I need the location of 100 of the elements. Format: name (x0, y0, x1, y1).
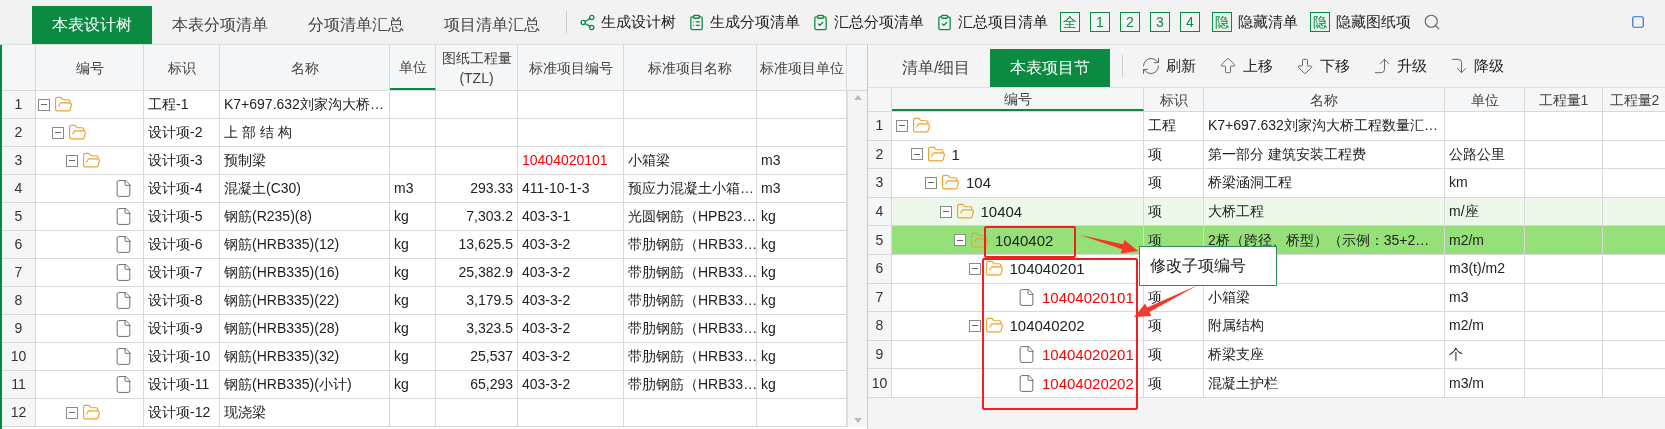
item-code: 10404020202 (1042, 374, 1134, 392)
column-header[interactable]: 标识 (1144, 88, 1204, 111)
table-row[interactable]: 2 1 项 第一部分 建筑安装工程费 公路公里 (868, 140, 1665, 170)
table-row[interactable]: 11 设计项-11 钢筋(HRB335)(小计) kg 65,293 403-3-2 带肋钢筋（HRB33… kg (2, 371, 847, 399)
toolbar-button[interactable]: 隐 隐藏清单 (1206, 7, 1304, 37)
row-number: 6 (14, 235, 23, 254)
row-number: 9 (875, 345, 884, 365)
collapse-icon[interactable] (38, 98, 50, 111)
file-icon (114, 291, 133, 310)
table-row[interactable]: 6 设计项-6 钢筋(HRB335)(12) kg 13,625.5 403-3-2 带肋钢筋（HRB33… kg (2, 231, 847, 259)
column-header[interactable]: 标准项目编号 (518, 45, 624, 90)
hide-icon: 隐 (1212, 12, 1232, 32)
collapse-icon[interactable] (939, 205, 952, 218)
toolbar-button[interactable]: 生成设计树 (573, 7, 682, 37)
toolbar-button[interactable]: 降级 (1443, 51, 1511, 81)
collapse-icon[interactable] (66, 154, 78, 167)
table-row[interactable]: 5 设计项-5 钢筋(R235)(8) kg 7,303.2 403-3-1 光圆钢筋（HPB23… kg (2, 203, 847, 231)
table-cell-text: m/座 (1449, 202, 1479, 222)
level-button[interactable]: 全 (1060, 12, 1080, 32)
column-header[interactable]: 单位 (390, 45, 436, 90)
table-cell-text: kg (394, 347, 409, 366)
collapse-icon[interactable] (66, 406, 78, 419)
row-number: 8 (14, 291, 23, 310)
collapse-icon[interactable] (968, 262, 981, 275)
table-row[interactable]: 7 设计项-7 钢筋(HRB335)(16) kg 25,382.9 403-3-2 带肋钢筋（HRB33… kg (2, 259, 847, 287)
table-cell-text: kg (761, 263, 776, 282)
search-icon[interactable] (1423, 13, 1441, 31)
table-row[interactable]: 4 设计项-4 混凝土(C30) m3 293.33 411-10-1-3 预应力混凝土小箱… m3 (2, 175, 847, 203)
item-code: 10404 (980, 203, 1023, 221)
column-header[interactable]: 工程量2 (1603, 88, 1665, 111)
table-cell-text: 桥梁支座 (1208, 345, 1264, 365)
table-row[interactable]: 1 工程-1 K7+697.632刘家沟大桥… (2, 91, 847, 119)
table-cell-text: 公路公里 (1449, 144, 1505, 164)
table-cell-text: 钢筋(HRB335)(16) (224, 263, 340, 282)
column-header[interactable]: 工程量1 (1525, 88, 1603, 111)
table-cell-text: kg (394, 291, 409, 310)
tab[interactable]: 分项清单汇总 (288, 6, 424, 44)
row-number: 9 (14, 319, 23, 338)
column-header[interactable]: 单位 (1445, 88, 1525, 111)
callout-label: 修改子项编号 (1139, 246, 1277, 286)
toolbar-button[interactable]: 刷新 (1135, 51, 1203, 81)
column-header[interactable]: 名称 (220, 45, 390, 90)
table-row[interactable]: 1 工程 K7+697.632刘家沟大桥工程数量汇… (868, 112, 1665, 141)
collapse-icon[interactable] (52, 126, 64, 139)
collapse-icon[interactable] (968, 319, 981, 332)
table-row[interactable]: 4 10404 项 大桥工程 m/座 (868, 197, 1665, 227)
toolbar-button[interactable]: 上移 (1212, 51, 1280, 81)
tab[interactable]: 本表分项清单 (152, 6, 288, 44)
toolbar-button[interactable]: 升级 (1366, 51, 1434, 81)
toolbar-button[interactable]: 下移 (1289, 51, 1357, 81)
collapse-icon[interactable] (896, 119, 908, 132)
column-header[interactable]: 标准项目单位 (757, 45, 847, 90)
column-header[interactable]: 编号 (36, 45, 144, 90)
toolbar-button[interactable]: 汇总项目清单 (930, 7, 1054, 37)
level-button[interactable]: 3 (1150, 12, 1170, 32)
level-button[interactable]: 1 (1090, 12, 1110, 32)
table-row[interactable]: 10 10404020202 项 混凝土护栏 m3/m (868, 369, 1665, 398)
file-icon (1017, 373, 1036, 393)
file-icon (1017, 345, 1036, 365)
toolbar-button[interactable]: 生成分项清单 (682, 7, 806, 37)
table-row[interactable]: 9 10404020201 项 桥梁支座 个 (868, 340, 1665, 370)
table-cell-text: 上 部 结 构 (224, 123, 292, 142)
table-cell-text: 项 (1148, 144, 1162, 164)
table-row[interactable]: 8 104040202 项 附属结构 m2/m (868, 312, 1665, 341)
table-cell-text: 小箱梁 (1208, 287, 1250, 307)
tab[interactable]: 本表设计树 (32, 6, 152, 44)
toolbar-button[interactable]: 隐 隐藏图纸项 (1304, 7, 1417, 37)
level-button[interactable]: 2 (1120, 12, 1140, 32)
table-row[interactable]: 7 10404020101 项 小箱梁 m3 (868, 283, 1665, 313)
table-cell-text: K7+697.632刘家沟大桥工程数量汇… (1208, 116, 1438, 136)
table-cell-text: kg (394, 375, 409, 394)
tab[interactable]: 清单/细目 (882, 49, 991, 87)
table-cell-text: K7+697.632刘家沟大桥… (224, 95, 384, 114)
table-row[interactable]: 3 104 项 桥梁涵洞工程 km (868, 169, 1665, 198)
maximize-icon[interactable] (1631, 15, 1645, 29)
table-row[interactable]: 3 设计项-3 预制梁 10404020101 小箱梁 m3 (2, 147, 847, 175)
table-row[interactable]: 2 设计项-2 上 部 结 构 (2, 119, 847, 147)
collapse-icon[interactable] (925, 177, 937, 189)
collapse-icon[interactable] (910, 148, 923, 161)
table-cell-text: 带肋钢筋（HRB33… (628, 263, 758, 282)
toolbar-button[interactable]: 汇总分项清单 (806, 7, 930, 37)
row-number: 5 (14, 207, 23, 226)
folder-icon (68, 123, 87, 142)
column-header[interactable]: 名称 (1204, 88, 1445, 111)
tab[interactable]: 项目清单汇总 (424, 6, 560, 44)
column-header[interactable]: 标识 (144, 45, 220, 90)
tab[interactable]: 本表项目节 (990, 49, 1111, 87)
column-header[interactable]: 图纸工程量 (TZL) (436, 45, 518, 90)
table-cell-text: m3 (394, 179, 414, 198)
table-cell-text: 项 (1148, 287, 1162, 307)
folder-icon (926, 144, 946, 164)
file-icon (114, 319, 133, 338)
table-cell-text: 工程 (1148, 116, 1176, 136)
column-header[interactable]: 标准项目名称 (624, 45, 757, 90)
table-row[interactable]: 10 设计项-10 钢筋(HRB335)(32) kg 25,537 403-3-2 带肋钢筋（HRB33… kg (2, 343, 847, 371)
table-row[interactable]: 12 设计项-12 现浇梁 (2, 399, 847, 427)
table-row[interactable]: 9 设计项-9 钢筋(HRB335)(28) kg 3,323.5 403-3-2 带肋钢筋（HRB33… kg (2, 315, 847, 343)
collapse-icon[interactable] (954, 234, 966, 247)
table-row[interactable]: 8 设计项-8 钢筋(HRB335)(22) kg 3,179.5 403-3-2 带肋钢筋（HRB33… kg (2, 287, 847, 315)
level-button[interactable]: 4 (1180, 12, 1200, 32)
